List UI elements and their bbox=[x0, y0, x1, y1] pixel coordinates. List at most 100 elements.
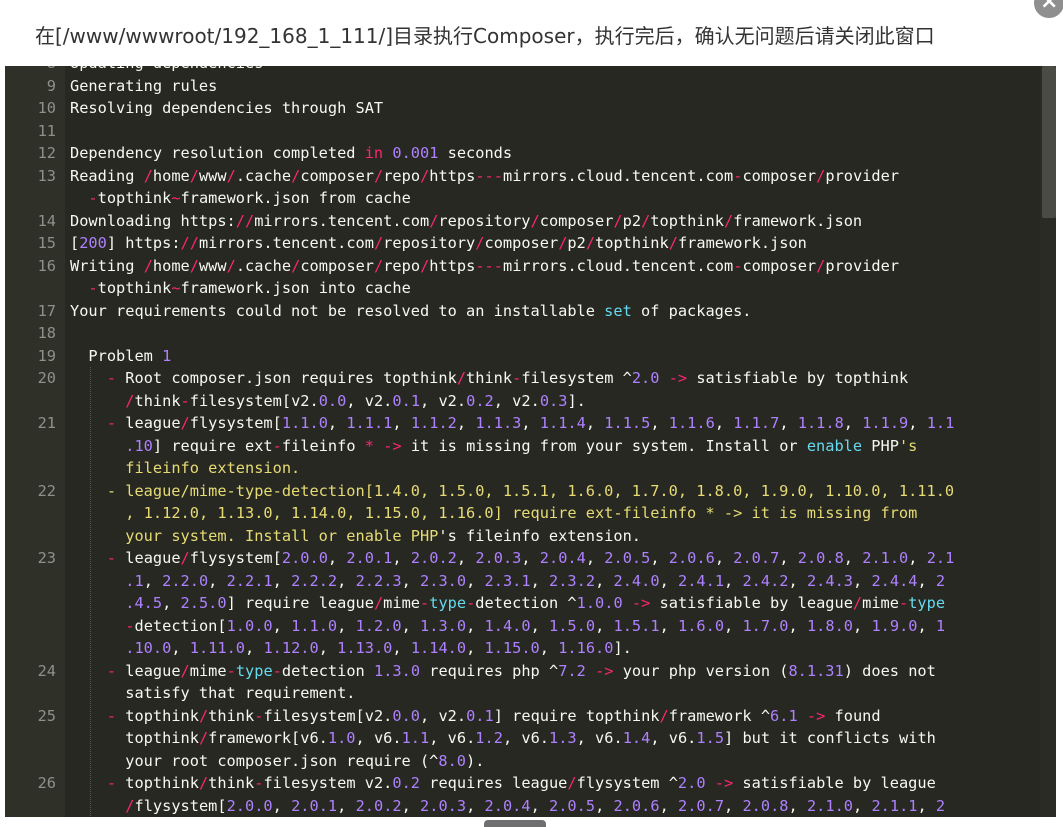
line-text: [200] https://mirrors.tencent.com/reposi… bbox=[70, 232, 807, 255]
code-token: , bbox=[530, 571, 550, 590]
code-token: , v2. bbox=[493, 391, 540, 410]
code-token: 6.1 bbox=[770, 706, 798, 725]
code-token: 2 bbox=[935, 571, 946, 590]
line-text: - league/flysystem[1.1.0, 1.1.1, 1.1.2, … bbox=[70, 412, 955, 435]
code-token: , bbox=[853, 796, 872, 815]
code-token: 2.0.2 bbox=[410, 549, 457, 567]
code-token: 0.1 bbox=[466, 706, 494, 725]
code-token: 1.1.5 bbox=[604, 414, 651, 432]
code-token: 2.1 bbox=[926, 549, 955, 567]
code-token: 's fileinfo extension. bbox=[438, 526, 641, 545]
code-token: - bbox=[180, 391, 190, 410]
code-token: / bbox=[816, 256, 826, 275]
code-token: , bbox=[539, 639, 559, 657]
code-token: home bbox=[152, 166, 190, 185]
code-token: 2.0.3 bbox=[420, 796, 467, 815]
code-token: - bbox=[898, 594, 909, 612]
code-token: / bbox=[420, 166, 430, 185]
line-text: Dependency resolution completed in 0.001… bbox=[70, 142, 512, 165]
code-token: * bbox=[364, 436, 374, 455]
terminal-output[interactable]: 8Updating dependencies9Generating rules1… bbox=[5, 66, 1056, 817]
code-token: topthink bbox=[595, 234, 669, 252]
code-token: -> bbox=[595, 661, 614, 680]
line-text: Downloading https://mirrors.tencent.com/… bbox=[70, 210, 862, 233]
line-text: .10] require ext-fileinfo * -> it is mis… bbox=[70, 435, 917, 458]
code-token: , v6. bbox=[502, 729, 549, 747]
code-token: 2.0.4 bbox=[484, 796, 531, 815]
code-token: 1.1.8 bbox=[797, 414, 844, 432]
line-text: satisfy that requirement. bbox=[70, 682, 355, 705]
code-token: 2.0.0 bbox=[281, 549, 328, 567]
code-token: 2 bbox=[935, 796, 946, 815]
code-token: / bbox=[189, 166, 199, 185]
code-token: requires php ^ bbox=[420, 661, 559, 680]
line-text: .10.0, 1.11.0, 1.12.0, 1.13.0, 1.14.0, 1… bbox=[70, 637, 632, 660]
code-token: , bbox=[456, 414, 476, 432]
code-token: , bbox=[788, 796, 807, 815]
code-token: / bbox=[198, 729, 209, 747]
code-token: repo bbox=[383, 256, 421, 275]
code-token: 2.4.3 bbox=[806, 571, 854, 590]
line-text: - Root composer.json requires topthink/t… bbox=[70, 367, 908, 390]
code-token: 0.001 bbox=[392, 144, 439, 162]
code-token: , v2. bbox=[420, 706, 467, 725]
code-token: 1.16.0 bbox=[558, 639, 614, 657]
code-token: , bbox=[466, 571, 485, 590]
line-text: your root composer.json require (^8.0). bbox=[70, 750, 484, 773]
code-token: .10.0 bbox=[125, 639, 172, 657]
code-token: , bbox=[466, 796, 485, 815]
code-token: 2.0.1 bbox=[346, 549, 393, 567]
code-token: , bbox=[595, 571, 614, 590]
code-token: - bbox=[88, 189, 98, 207]
code-token: filesystem[v2. bbox=[189, 391, 319, 410]
scrollbar-thumb[interactable] bbox=[1042, 66, 1056, 218]
terminal-line: 18 bbox=[5, 322, 1035, 345]
code-token: 1.13.0 bbox=[337, 639, 393, 657]
code-token: , bbox=[843, 549, 863, 567]
code-token: , bbox=[466, 616, 485, 635]
code-token: your php version ( bbox=[613, 661, 789, 680]
code-token: , bbox=[585, 414, 605, 432]
code-token: , bbox=[843, 414, 863, 432]
code-token: , bbox=[724, 571, 743, 590]
code-token: 1.4 bbox=[622, 729, 651, 747]
code-token: - bbox=[106, 661, 117, 680]
code-token: / bbox=[585, 234, 596, 252]
code-token: Dependency resolution completed bbox=[70, 144, 365, 162]
resize-handle[interactable] bbox=[484, 820, 546, 827]
code-token: , bbox=[585, 549, 605, 567]
terminal-line: satisfy that requirement. bbox=[5, 682, 1035, 705]
code-token: / bbox=[226, 166, 236, 185]
terminal-line: /flysystem[2.0.0, 2.0.1, 2.0.2, 2.0.3, 2… bbox=[5, 795, 1035, 818]
terminal-line: 10 Resolving dependencies through SAT bbox=[5, 97, 1035, 120]
code-token: 1 bbox=[935, 616, 946, 635]
terminal-line: 13 Reading /home/www/.cache/composer/repo… bbox=[5, 165, 1035, 188]
code-token: 2.2.0 bbox=[162, 571, 209, 590]
code-token: your system. Install or enable PHP bbox=[125, 526, 439, 545]
code-token: 2.1.1 bbox=[871, 796, 918, 815]
code-token: , v6. bbox=[355, 729, 402, 747]
code-token: think bbox=[466, 369, 513, 387]
code-token: 1.11.0 bbox=[189, 639, 246, 657]
code-token: 2.0.5 bbox=[604, 549, 651, 567]
code-token: 2.0.8 bbox=[797, 549, 844, 567]
code-token: - bbox=[106, 549, 117, 567]
code-token: , bbox=[337, 616, 356, 635]
code-token: topthink bbox=[116, 706, 199, 725]
terminal-line: .10] require ext-fileinfo * -> it is mis… bbox=[5, 435, 1035, 458]
code-token: 2.0 bbox=[631, 369, 660, 387]
code-token: / bbox=[420, 256, 430, 275]
code-token: 2.0.3 bbox=[475, 549, 522, 567]
line-number: 20 bbox=[37, 369, 56, 387]
code-token: satisfiable by league bbox=[733, 774, 936, 792]
code-token: / bbox=[180, 414, 190, 432]
code-token: 1.3 bbox=[549, 729, 577, 747]
code-token: , bbox=[392, 639, 411, 657]
code-token: 2.0 bbox=[677, 774, 706, 792]
